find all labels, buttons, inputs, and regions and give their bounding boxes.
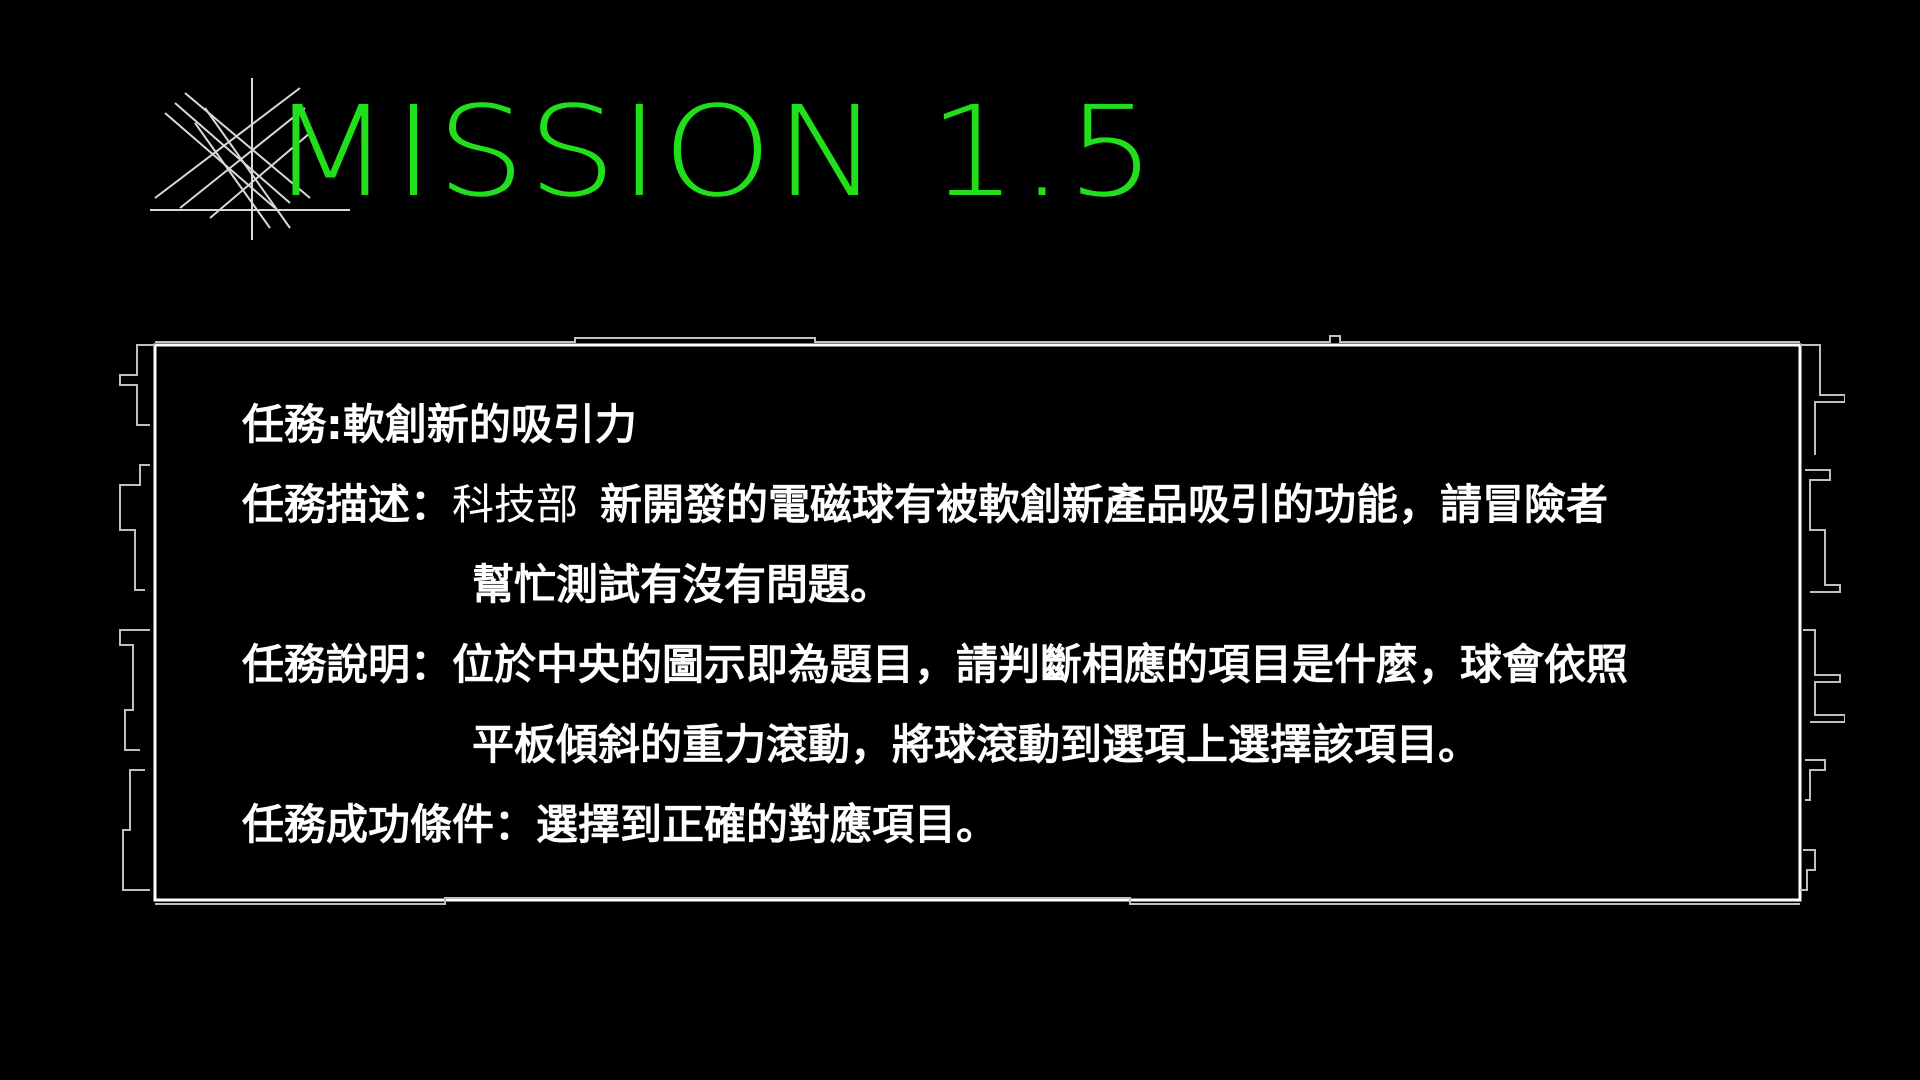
task-instruction-text: 位於中央的圖示即為題目，請判斷相應的項目是什麼，球會依照 [452,640,1629,689]
task-text: 軟創新的吸引力 [342,400,637,449]
task-label: 任務 [242,400,327,449]
organization-name: 科技部 [452,480,579,529]
task-instruction-label: 任務說明 [242,640,411,689]
success-condition-label: 任務成功條件 [242,800,495,849]
success-condition-row: 任務成功條件 ： 選擇到正確的對應項目。 [242,785,1782,865]
task-description-text: 新開發的電磁球有被軟創新產品吸引的功能，請冒險者 [600,480,1609,529]
success-condition-separator: ： [494,800,537,849]
task-description-separator: ： [410,480,453,529]
task-instruction-separator: ： [410,640,453,689]
task-instruction-row: 任務說明 ： 位於中央的圖示即為題目，請判斷相應的項目是什麼，球會依照 [242,625,1782,705]
task-description-row: 任務描述 ： 科技部 新開發的電磁球有被軟創新產品吸引的功能，請冒險者 [242,465,1782,545]
mission-title: MISSION 1.5 [270,80,1158,225]
task-description-text-2: 幫忙測試有沒有問題。 [472,560,893,609]
task-separator: : [326,400,343,449]
task-instruction-continuation: 平板傾斜的重力滾動，將球滾動到選項上選擇該項目。 [242,705,1782,785]
task-description-label: 任務描述 [242,480,411,529]
task-description-continuation: 幫忙測試有沒有問題。 [242,545,1782,625]
task-row: 任務 : 軟創新的吸引力 [242,385,1782,465]
task-instruction-text-2: 平板傾斜的重力滾動，將球滾動到選項上選擇該項目。 [472,720,1481,769]
success-condition-text: 選擇到正確的對應項目。 [536,800,999,849]
mission-description: 任務 : 軟創新的吸引力 任務描述 ： 科技部 新開發的電磁球有被軟創新產品吸引… [242,385,1782,865]
